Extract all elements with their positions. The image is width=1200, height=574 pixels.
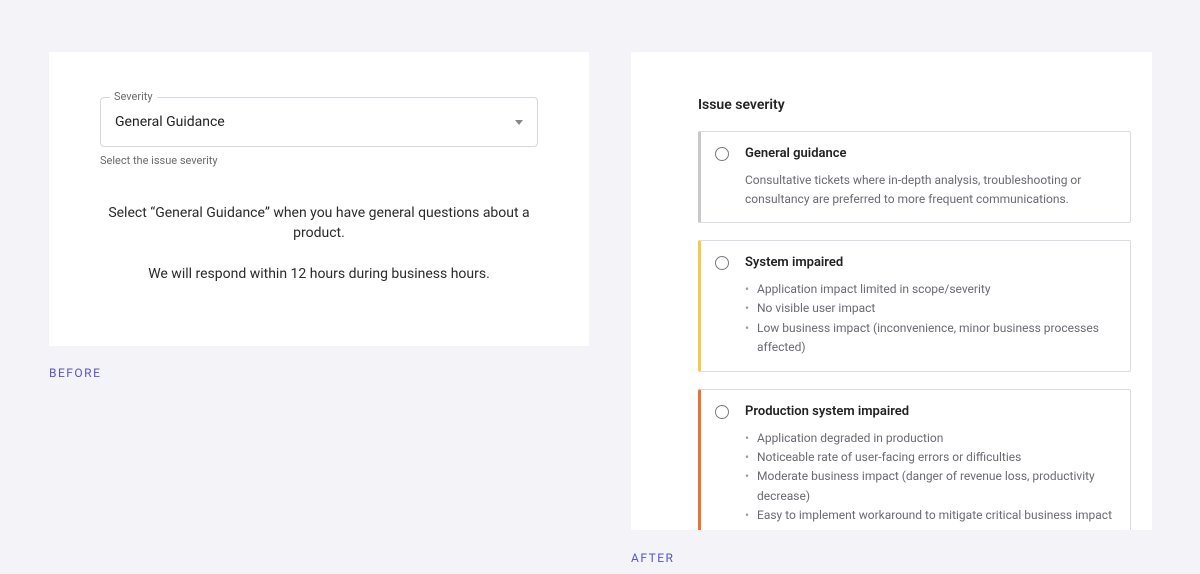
severity-option-bullet: Application degraded in production <box>745 429 1114 448</box>
before-panel: Severity General Guidance Select the iss… <box>49 52 589 346</box>
severity-option-body: Production system impaired Application de… <box>745 404 1114 525</box>
before-explain-1: Select “General Guidance” when you have … <box>100 203 538 244</box>
severity-option[interactable]: System impaired Application impact limite… <box>698 240 1131 372</box>
severity-option-bullet: No visible user impact <box>745 299 1114 318</box>
radio-icon[interactable] <box>715 147 729 161</box>
severity-select-value: General Guidance <box>115 114 225 130</box>
severity-helper-text: Select the issue severity <box>100 154 538 167</box>
severity-option-bullets: Application impact limited in scope/seve… <box>745 280 1114 357</box>
severity-option-title: General guidance <box>745 146 1114 161</box>
severity-option[interactable]: General guidance Consultative tickets whe… <box>698 131 1131 223</box>
severity-select[interactable]: General Guidance <box>100 97 538 147</box>
radio-icon[interactable] <box>715 405 729 419</box>
severity-option-title: Production system impaired <box>745 404 1114 419</box>
after-panel: Issue severity General guidance Consultat… <box>631 52 1152 530</box>
severity-option-bullet: Moderate business impact (danger of reve… <box>745 467 1114 505</box>
chevron-down-icon <box>515 120 523 125</box>
severity-option-bullet: Easy to implement workaround to mitigate… <box>745 506 1114 525</box>
severity-option-desc: Consultative tickets where in-depth anal… <box>745 171 1114 208</box>
severity-option-bullet: Noticeable rate of user-facing errors or… <box>745 448 1114 467</box>
before-explanation: Select “General Guidance” when you have … <box>100 203 538 284</box>
severity-option-bullets: Application degraded in productionNotice… <box>745 429 1114 525</box>
severity-option-body: General guidance Consultative tickets whe… <box>745 146 1114 208</box>
before-explain-2: We will respond within 12 hours during b… <box>100 264 538 284</box>
before-label: BEFORE <box>49 366 101 380</box>
after-label: AFTER <box>631 551 674 565</box>
severity-option-bullet: Application impact limited in scope/seve… <box>745 280 1114 299</box>
severity-field: Severity General Guidance <box>100 97 538 147</box>
issue-severity-heading: Issue severity <box>698 97 1152 113</box>
severity-field-label: Severity <box>110 90 157 103</box>
radio-icon[interactable] <box>715 256 729 270</box>
severity-options: General guidance Consultative tickets whe… <box>698 131 1131 530</box>
severity-option-bullet: Low business impact (inconvenience, mino… <box>745 319 1114 357</box>
severity-option-title: System impaired <box>745 255 1114 270</box>
severity-option-body: System impaired Application impact limite… <box>745 255 1114 357</box>
severity-option[interactable]: Production system impaired Application de… <box>698 389 1131 530</box>
